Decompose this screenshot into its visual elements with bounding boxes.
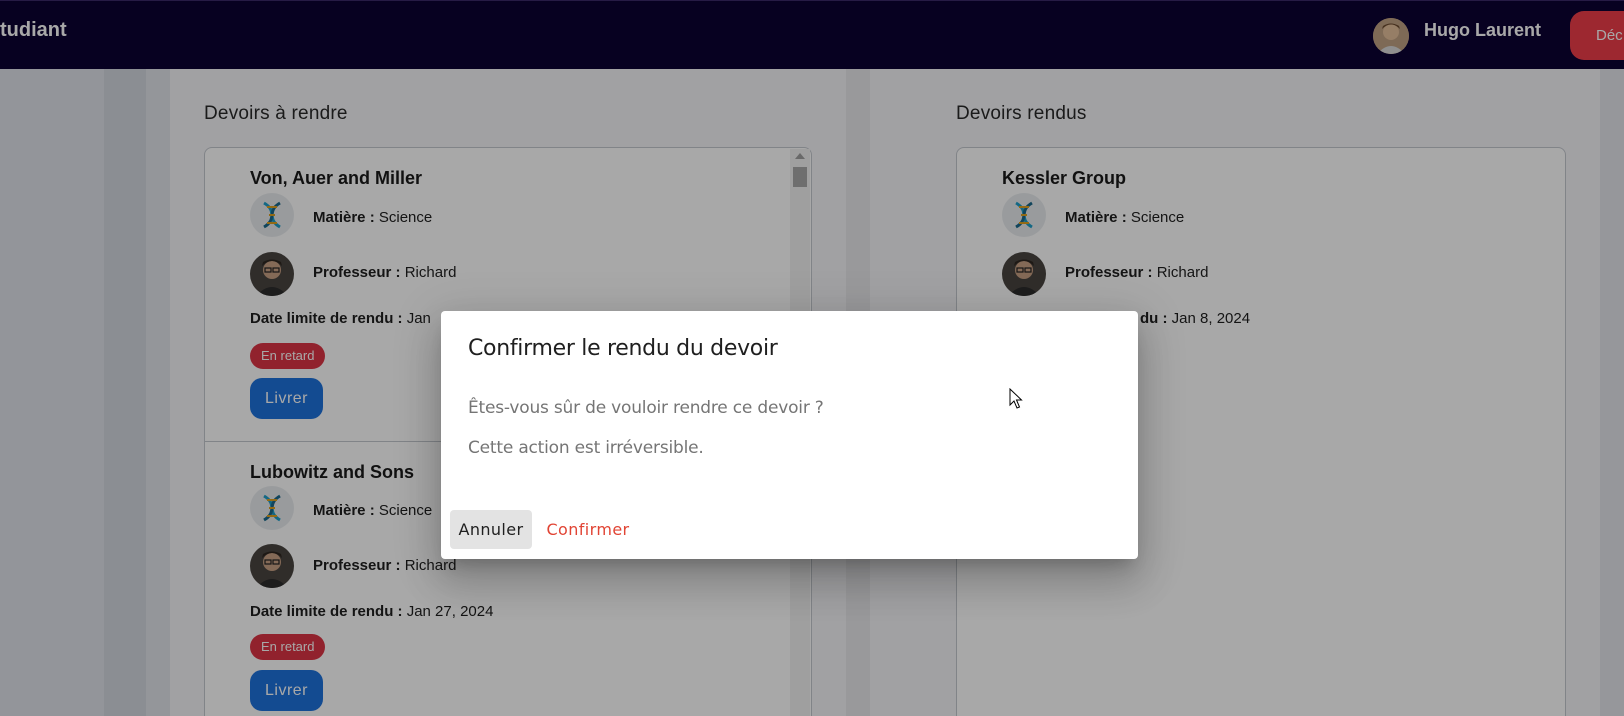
confirm-dialog: Confirmer le rendu du devoir Êtes-vous s… [441,311,1138,559]
mouse-cursor-icon [1009,388,1023,409]
dialog-warning: Cette action est irréversible. [468,438,704,458]
cancel-button[interactable]: Annuler [450,510,532,549]
confirm-button[interactable]: Confirmer [539,510,637,549]
dialog-title: Confirmer le rendu du devoir [468,336,778,361]
dialog-message: Êtes-vous sûr de vouloir rendre ce devoi… [468,398,824,418]
